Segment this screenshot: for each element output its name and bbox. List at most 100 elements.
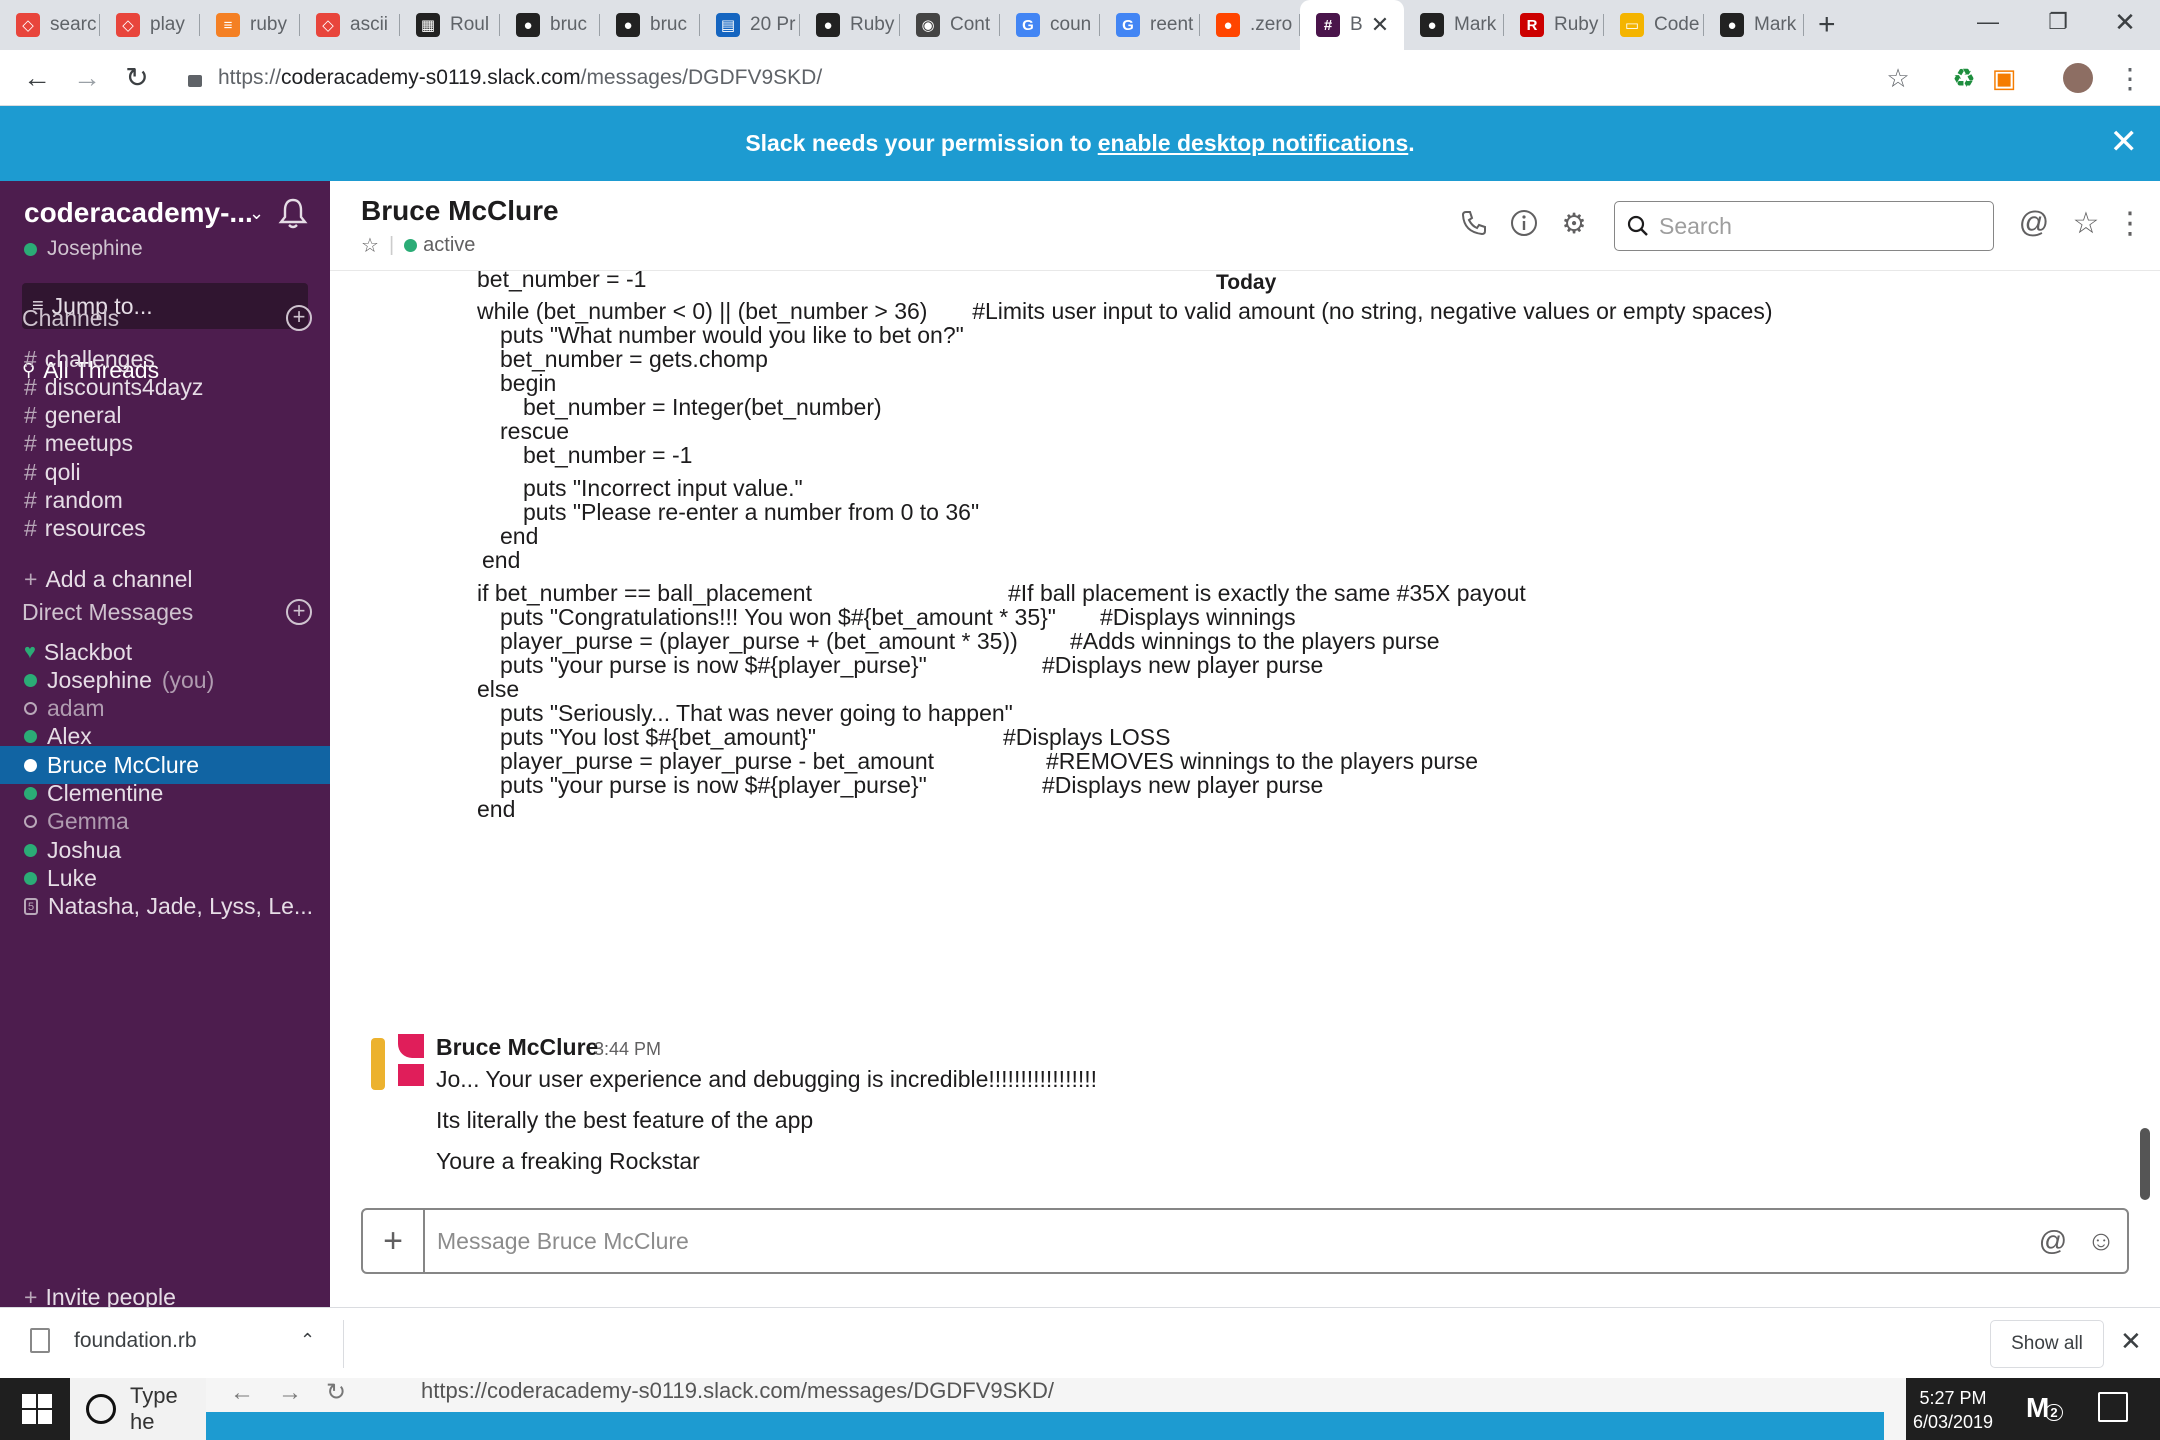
- message-composer: + @ ☺: [361, 1208, 2129, 1274]
- phone-icon[interactable]: [1456, 205, 1492, 241]
- emoji-icon[interactable]: ☺: [2079, 1219, 2123, 1263]
- info-icon[interactable]: [1506, 205, 1542, 241]
- message-input[interactable]: [425, 1210, 2031, 1272]
- browser-tab[interactable]: ▤ 20 Pr: [700, 0, 800, 50]
- browser-tab[interactable]: ● .zero: [1200, 0, 1300, 50]
- sidebar-channel-item[interactable]: # resources: [0, 510, 330, 548]
- shield-icon: ◇: [116, 13, 140, 37]
- browser-tab[interactable]: ● Mark: [1704, 0, 1804, 50]
- window-preview: ←→↻ https://coderacademy-s0119.slack.com…: [206, 1378, 1906, 1440]
- mentions-icon[interactable]: @: [2016, 205, 2052, 241]
- star-icon[interactable]: ☆: [361, 233, 379, 258]
- taskbar-app-icon[interactable]: M2: [2026, 1392, 2063, 1424]
- scrollbar[interactable]: [2140, 1128, 2150, 1200]
- chrome-menu-icon[interactable]: ⋮: [2110, 50, 2150, 106]
- enable-notifications-link[interactable]: enable desktop notifications: [1098, 130, 1409, 157]
- code-line: puts "Congratulations!!! You won $#{bet_…: [500, 604, 1056, 630]
- extension-icon[interactable]: ♻: [1944, 50, 1984, 106]
- browser-tab[interactable]: ◇ ascii: [300, 0, 400, 50]
- tab-label: coun: [1050, 14, 1092, 35]
- file-icon: [30, 1328, 50, 1353]
- profile-avatar[interactable]: [2058, 50, 2098, 106]
- back-icon[interactable]: ←: [14, 55, 60, 101]
- browser-tab[interactable]: ▦ Roul: [400, 0, 500, 50]
- tab-label: reent: [1150, 14, 1194, 35]
- channels-heading[interactable]: Channels +: [22, 305, 312, 332]
- conversation-title[interactable]: Bruce McClure: [361, 195, 559, 227]
- minimize-button[interactable]: —: [1950, 0, 2026, 44]
- windows-start-icon[interactable]: [22, 1394, 52, 1424]
- banner-suffix: .: [1408, 130, 1415, 156]
- presence-dot: [24, 815, 37, 829]
- message[interactable]: Bruce McClure 3:44 PM Jo... Your user ex…: [330, 1028, 2160, 1206]
- dm-name: Natasha, Jade, Lyss, Le...: [48, 893, 314, 920]
- add-channel-link[interactable]: + Add a channel: [0, 560, 330, 598]
- browser-tab[interactable]: ◇ play: [100, 0, 200, 50]
- attach-button[interactable]: +: [363, 1210, 425, 1272]
- code-line: #REMOVES winnings to the players purse: [1046, 748, 1479, 774]
- search-icon: [1627, 215, 1648, 236]
- code-line: if bet_number == ball_placement: [477, 580, 812, 606]
- browser-tab[interactable]: Gcoun: [1000, 0, 1100, 50]
- google-icon: G: [1016, 13, 1040, 37]
- restore-button[interactable]: ❐: [2020, 0, 2096, 44]
- invite-people-link[interactable]: + Invite people: [0, 1278, 330, 1308]
- show-all-button[interactable]: Show all: [1990, 1320, 2104, 1368]
- message-sender[interactable]: Bruce McClure: [436, 1034, 598, 1061]
- starred-items-icon[interactable]: ☆: [2068, 205, 2104, 241]
- google-icon: G: [1116, 13, 1140, 37]
- browser-tab[interactable]: ▭ Code: [1604, 0, 1704, 50]
- browser-tab[interactable]: ● Mark: [1404, 0, 1504, 50]
- browser-tab[interactable]: ● bruc: [600, 0, 700, 50]
- close-tab-icon[interactable]: ✕: [1371, 12, 1389, 38]
- browser-tab[interactable]: ● bruc: [500, 0, 600, 50]
- github-icon: ●: [1720, 13, 1744, 37]
- close-icon[interactable]: ✕: [2120, 1326, 2142, 1357]
- taskbar-search[interactable]: Type he: [70, 1378, 206, 1440]
- message-timestamp[interactable]: 3:44 PM: [594, 1039, 661, 1060]
- bookmark-star-icon[interactable]: ☆: [1878, 50, 1918, 106]
- download-item[interactable]: foundation.rb: [30, 1328, 197, 1353]
- browser-tab[interactable]: ◇ searc: [0, 0, 100, 50]
- search-input[interactable]: Search: [1614, 201, 1994, 251]
- chevron-down-icon[interactable]: ⌄: [249, 203, 264, 224]
- browser-tab[interactable]: R Ruby: [1504, 0, 1604, 50]
- code-line: #Displays winnings: [1100, 604, 1296, 630]
- code-line: end: [477, 796, 516, 822]
- browser-tab[interactable]: ≡ ruby: [200, 0, 300, 50]
- browser-tab[interactable]: ◉ Cont: [900, 0, 1000, 50]
- new-tab-button[interactable]: +: [1818, 8, 1836, 42]
- address-bar[interactable]: https://coderacademy-s0119.slack.com/mes…: [218, 66, 822, 90]
- heart-icon: ♥: [24, 640, 36, 663]
- direct-messages-heading[interactable]: Direct Messages +: [22, 599, 312, 626]
- add-dm-icon[interactable]: +: [286, 599, 312, 625]
- close-window-button[interactable]: ✕: [2090, 0, 2160, 44]
- browser-tab[interactable]: # B ✕: [1300, 0, 1404, 50]
- code-line: #Displays new player purse: [1042, 652, 1324, 678]
- more-options-icon[interactable]: ⋮: [2112, 205, 2148, 241]
- add-channel-icon[interactable]: +: [286, 305, 312, 331]
- sidebar-dm-item[interactable]: 5 Natasha, Jade, Lyss, Le...: [0, 888, 330, 926]
- channels-heading-label: Channels: [22, 305, 120, 331]
- forward-icon[interactable]: →: [64, 55, 110, 101]
- team-name[interactable]: coderacademy-...: [24, 197, 253, 229]
- lock-circle-icon: ◉: [916, 13, 940, 37]
- browser-tab[interactable]: Greent: [1100, 0, 1200, 50]
- close-icon[interactable]: ✕: [2110, 122, 2139, 162]
- presence-dot: [404, 239, 418, 252]
- separator: |: [388, 234, 395, 256]
- avatar[interactable]: [398, 1034, 424, 1090]
- system-clock[interactable]: 5:27 PM 6/03/2019: [1908, 1386, 1998, 1434]
- hash-icon: #: [24, 515, 37, 542]
- reload-icon[interactable]: ↻: [114, 55, 160, 101]
- chevron-up-icon[interactable]: ⌃: [300, 1330, 315, 1351]
- mention-icon[interactable]: @: [2031, 1219, 2075, 1263]
- gear-icon[interactable]: ⚙: [1556, 205, 1592, 241]
- action-center-icon[interactable]: [2098, 1392, 2128, 1422]
- group-icon: 5: [24, 898, 38, 916]
- shopping-extension-icon[interactable]: ▣: [1984, 50, 2024, 106]
- current-user[interactable]: Josephine: [24, 237, 143, 261]
- code-line: puts "You lost $#{bet_amount}": [500, 724, 817, 750]
- bell-icon[interactable]: [278, 197, 308, 229]
- browser-tab[interactable]: ● Ruby: [800, 0, 900, 50]
